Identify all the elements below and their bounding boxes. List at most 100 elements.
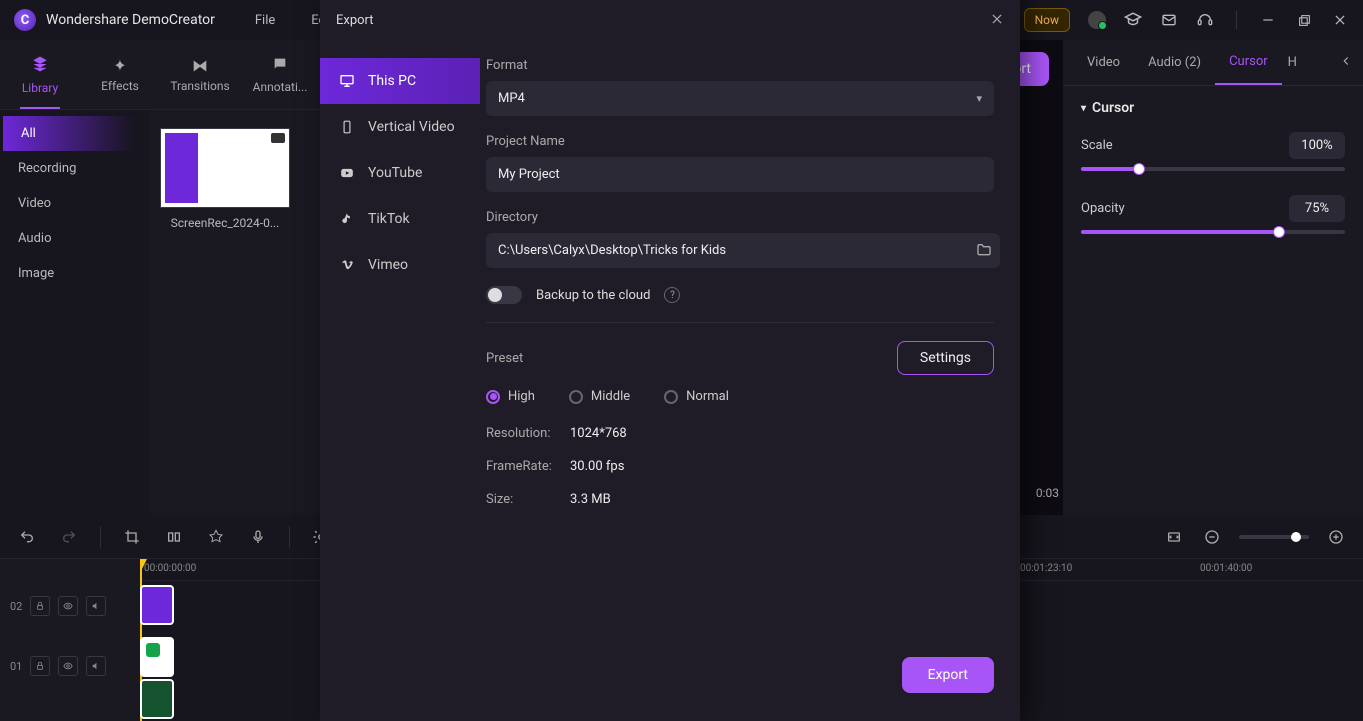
ptab-highlight[interactable]: H [1282, 40, 1303, 85]
menu-file[interactable]: File [255, 13, 275, 28]
opacity-value[interactable]: 75% [1289, 195, 1345, 222]
export-destinations: This PC Vertical Video YouTube TikTok Vi… [320, 40, 480, 641]
fit-icon[interactable] [1163, 526, 1185, 548]
modal-close-icon[interactable] [990, 11, 1004, 30]
tabs-scroll-left-icon[interactable] [1339, 54, 1353, 72]
backup-cloud-label: Backup to the cloud [536, 288, 650, 303]
track-mute-icon[interactable] [86, 656, 106, 676]
clip-video[interactable] [140, 679, 174, 719]
maximize-icon[interactable] [1295, 11, 1313, 29]
preset-middle[interactable]: Middle [569, 389, 630, 404]
track-lock-icon[interactable] [30, 596, 50, 616]
upgrade-now-badge[interactable]: Now [1024, 8, 1070, 32]
help-icon[interactable]: ? [664, 287, 680, 303]
folder-browse-icon[interactable] [976, 242, 994, 260]
dest-tiktok[interactable]: TikTok [320, 196, 480, 242]
crop-icon[interactable] [121, 526, 143, 548]
close-icon[interactable] [1331, 11, 1349, 29]
monitor-icon [338, 72, 356, 90]
directory-input[interactable] [486, 233, 1000, 268]
vimeo-icon [338, 256, 356, 274]
project-name-input[interactable] [486, 157, 994, 192]
modal-footer: Export [320, 641, 1020, 721]
ptab-cursor[interactable]: Cursor [1215, 40, 1282, 85]
tool-tabs: Library ✦ Effects ⧓ Transitions Annotati… [0, 40, 320, 110]
clip-screen[interactable] [140, 637, 174, 677]
zoom-out-icon[interactable] [1201, 526, 1223, 548]
tab-annotations[interactable]: Annotati... [240, 40, 320, 109]
track-mute-icon[interactable] [86, 596, 106, 616]
resolution-row: Resolution: 1024*768 [486, 426, 994, 441]
framerate-value: 30.00 fps [570, 459, 624, 474]
category-image[interactable]: Image [0, 256, 150, 291]
avatar-icon[interactable] [1088, 11, 1106, 29]
preset-normal[interactable]: Normal [664, 389, 729, 404]
app-logo-icon: C [14, 9, 36, 31]
transitions-icon: ⧓ [192, 56, 208, 75]
track-headers: 02 01 [0, 559, 140, 721]
slider-thumb-icon[interactable] [1133, 163, 1145, 175]
voiceover-icon[interactable] [247, 526, 269, 548]
tab-library[interactable]: Library [0, 40, 80, 109]
track-lock-icon[interactable] [30, 656, 50, 676]
chevron-down-icon: ▾ [976, 92, 982, 105]
dest-this-pc[interactable]: This PC [320, 58, 480, 104]
slider-thumb-icon[interactable] [1273, 226, 1285, 238]
ptab-audio[interactable]: Audio (2) [1134, 40, 1215, 85]
dest-youtube[interactable]: YouTube [320, 150, 480, 196]
dest-vimeo[interactable]: Vimeo [320, 242, 480, 288]
track-number: 01 [10, 660, 22, 673]
category-all[interactable]: All [0, 116, 150, 151]
modal-header: Export [320, 0, 1020, 40]
toolbar-sep [100, 526, 101, 548]
media-thumbnail [160, 128, 290, 208]
zoom-in-icon[interactable] [1325, 526, 1347, 548]
preset-label: Preset [486, 351, 523, 366]
format-label: Format [486, 58, 994, 73]
minimize-icon[interactable] [1259, 11, 1277, 29]
mail-icon[interactable] [1160, 11, 1178, 29]
slider-thumb-icon[interactable] [1291, 532, 1301, 542]
undo-icon[interactable] [16, 526, 38, 548]
zoom-slider[interactable] [1239, 535, 1309, 539]
split-icon[interactable] [163, 526, 185, 548]
backup-cloud-toggle[interactable] [486, 286, 522, 304]
size-value: 3.3 MB [570, 492, 611, 507]
format-select[interactable]: MP4 ▾ [486, 81, 994, 116]
track-visibility-icon[interactable] [58, 656, 78, 676]
framerate-row: FrameRate: 30.00 fps [486, 459, 994, 474]
academy-icon[interactable] [1124, 11, 1142, 29]
clip-cursor[interactable] [140, 585, 174, 625]
ptab-video[interactable]: Video [1073, 40, 1134, 85]
preset-settings-button[interactable]: Settings [897, 341, 994, 375]
ruler-time: 00:01:23:10 [1020, 563, 1072, 574]
export-settings-form: Format MP4 ▾ Project Name Directory [480, 40, 1020, 641]
scale-label: Scale [1081, 138, 1113, 153]
tab-transitions[interactable]: ⧓ Transitions [160, 40, 240, 109]
scale-value[interactable]: 100% [1289, 132, 1345, 159]
opacity-slider[interactable] [1081, 230, 1345, 234]
media-item-label: ScreenRec_2024-0... [160, 216, 290, 230]
export-confirm-button[interactable]: Export [902, 657, 994, 693]
framerate-key: FrameRate: [486, 459, 570, 474]
tab-effects[interactable]: ✦ Effects [80, 40, 160, 109]
track-visibility-icon[interactable] [58, 596, 78, 616]
cursor-group-title[interactable]: Cursor [1081, 100, 1345, 116]
effects-icon: ✦ [113, 56, 126, 75]
marker-icon[interactable] [205, 526, 227, 548]
dest-vertical-video[interactable]: Vertical Video [320, 104, 480, 150]
tab-annotations-label: Annotati... [253, 80, 308, 94]
preview-duration: 0:03 [1036, 486, 1059, 500]
scale-slider[interactable] [1081, 167, 1345, 171]
preset-middle-label: Middle [591, 389, 630, 404]
category-audio[interactable]: Audio [0, 221, 150, 256]
size-row: Size: 3.3 MB [486, 492, 994, 507]
redo-icon[interactable] [58, 526, 80, 548]
media-item[interactable]: ScreenRec_2024-0... [160, 128, 290, 230]
phone-icon [338, 118, 356, 136]
category-video[interactable]: Video [0, 186, 150, 221]
modal-title: Export [336, 13, 374, 28]
support-icon[interactable] [1196, 11, 1214, 29]
category-recording[interactable]: Recording [0, 151, 150, 186]
preset-high[interactable]: High [486, 389, 535, 404]
